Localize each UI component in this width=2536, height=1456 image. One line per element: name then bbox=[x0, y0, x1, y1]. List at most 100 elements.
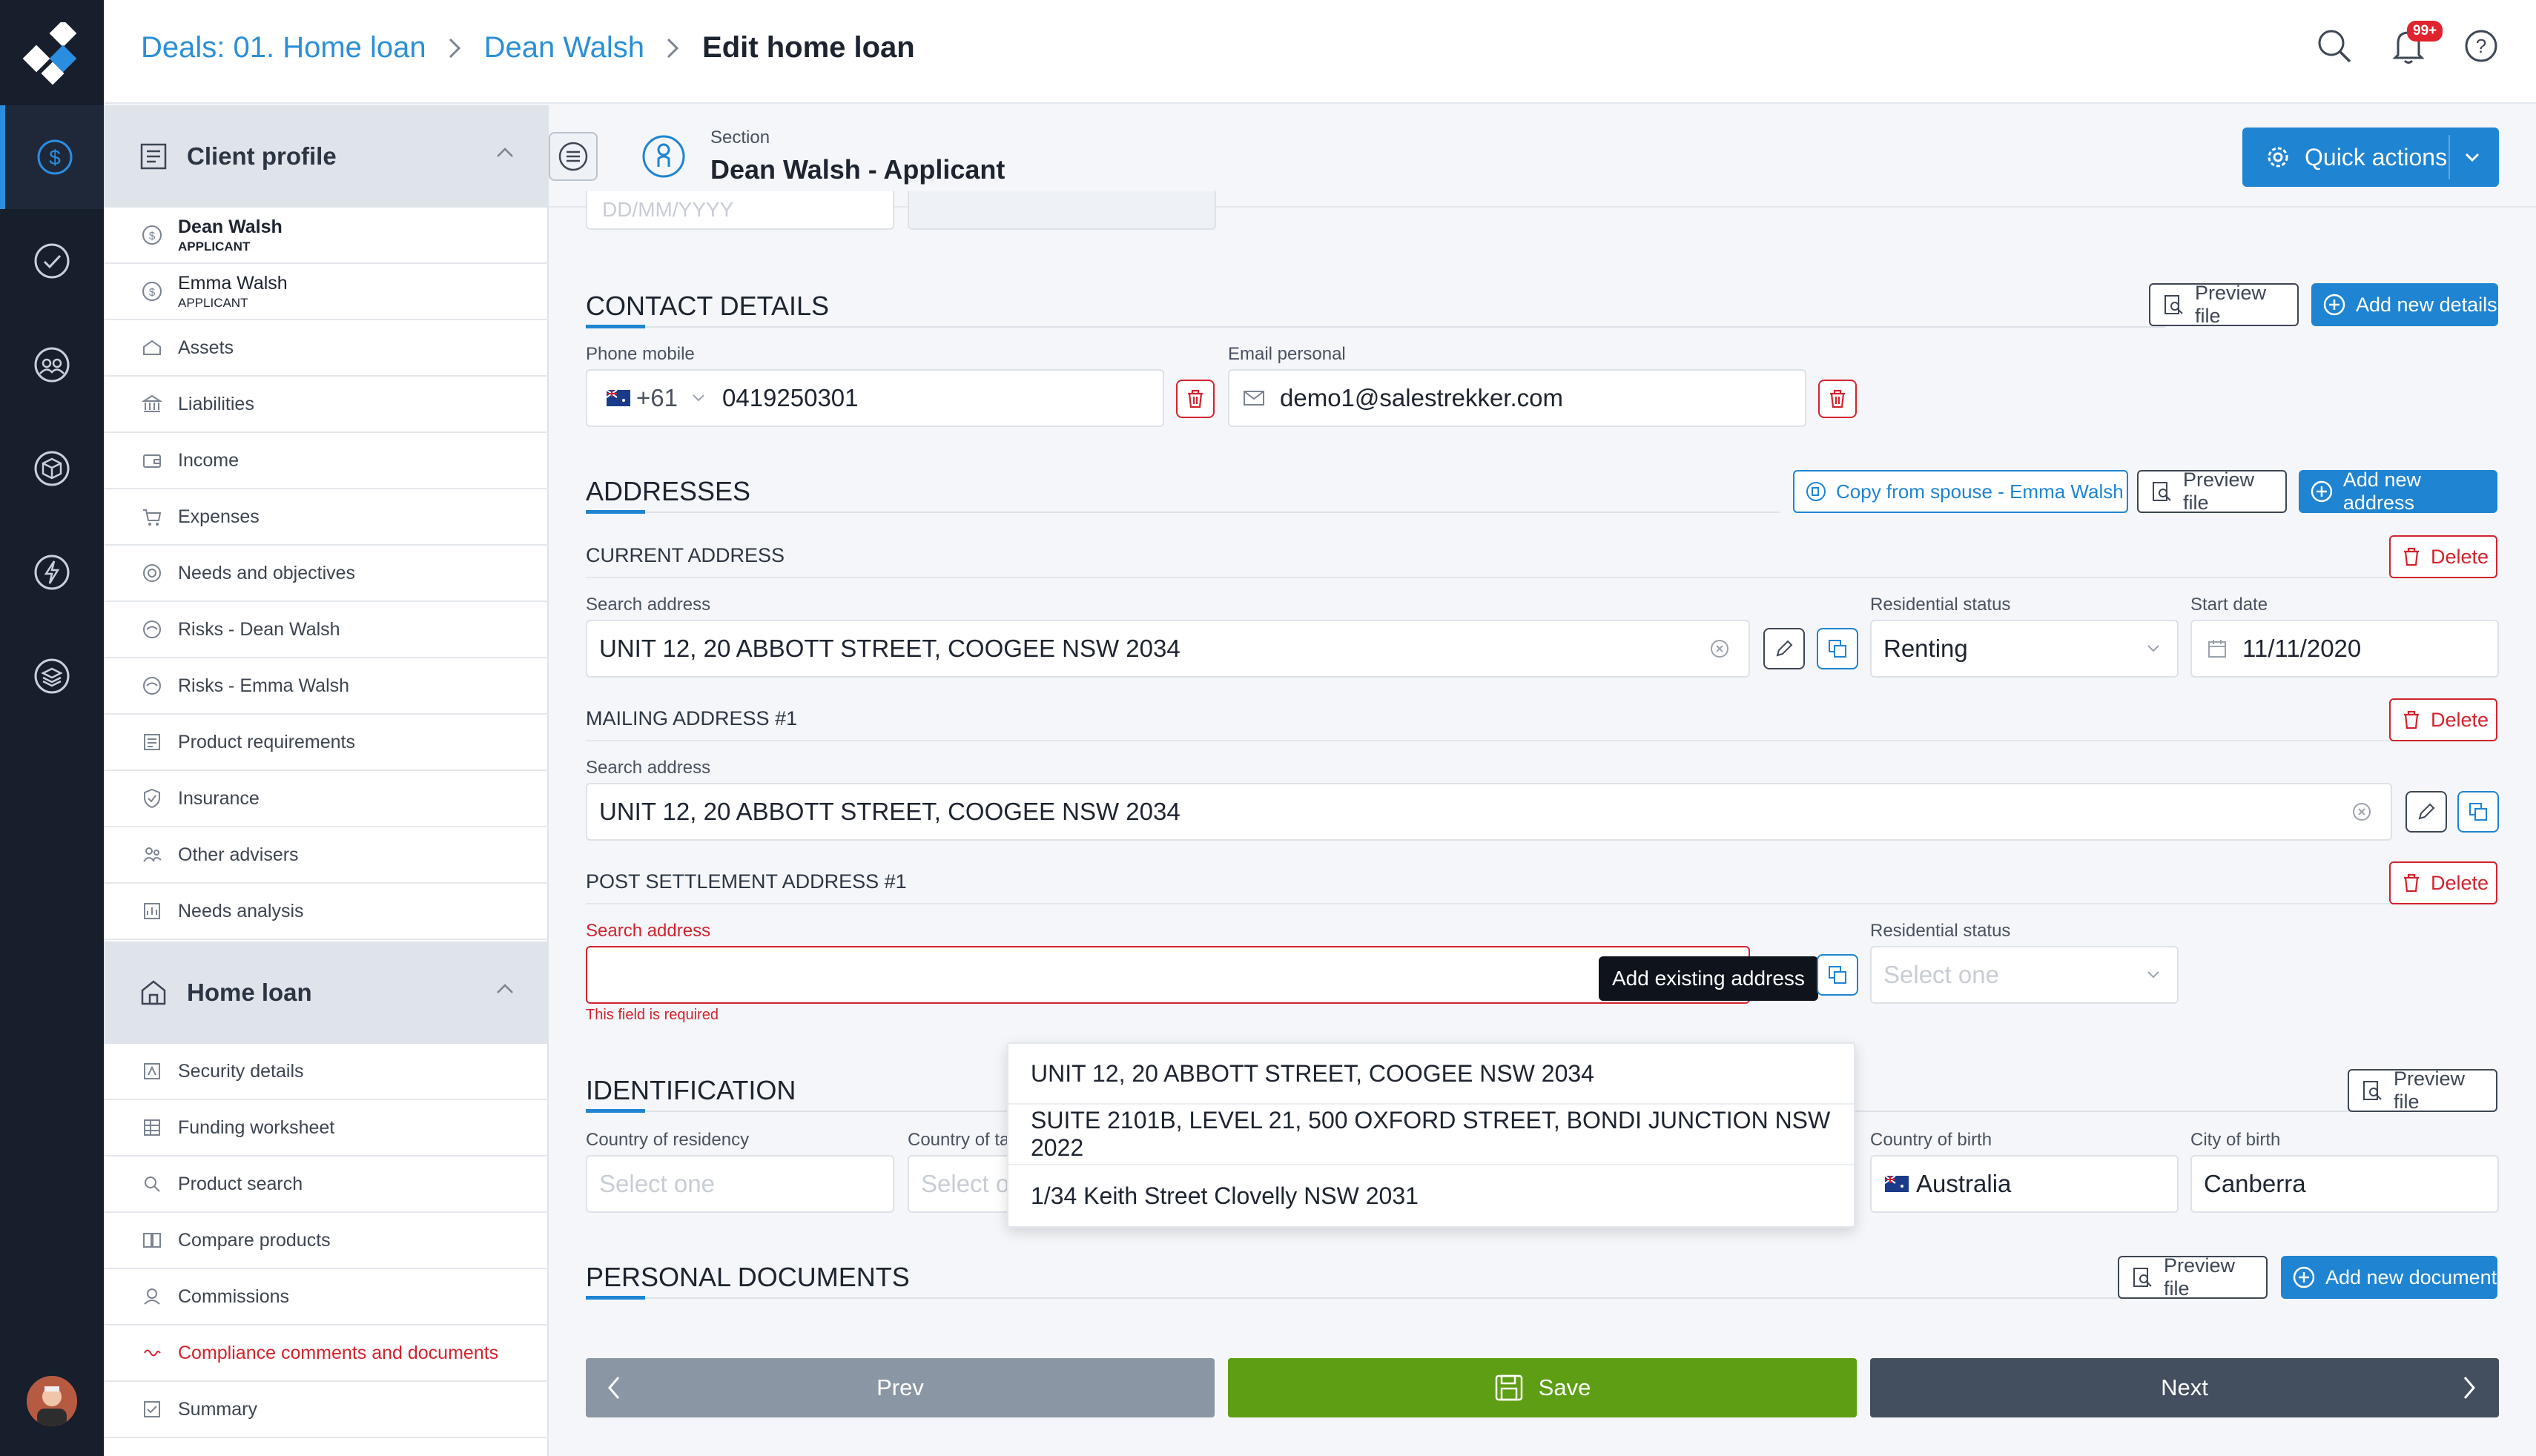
field-required-error: This field is required bbox=[586, 1007, 719, 1023]
chevron-right-icon bbox=[449, 38, 460, 58]
clear-circle-icon[interactable] bbox=[1708, 638, 1731, 660]
sidebar-item-expenses[interactable]: Expenses bbox=[104, 489, 549, 546]
post-residential-status-select[interactable]: Select one bbox=[1870, 946, 2179, 1004]
breadcrumb-client-link[interactable]: Dean Walsh bbox=[484, 31, 644, 64]
chevron-left-icon bbox=[608, 1377, 620, 1399]
sidebar-item-commissions[interactable]: Commissions bbox=[104, 1269, 549, 1326]
sidebar-item-funding-worksheet[interactable]: Funding worksheet bbox=[104, 1100, 549, 1156]
identification-preview-file-button[interactable]: Preview file bbox=[2348, 1068, 2497, 1113]
city-of-birth-field[interactable]: Canberra bbox=[2190, 1155, 2499, 1213]
address-suggestion-option[interactable]: SUITE 2101B, LEVEL 21, 500 OXFORD STREET… bbox=[1008, 1105, 1854, 1165]
pencil-icon bbox=[1776, 640, 1793, 657]
sidebar-item-compare-products[interactable]: Compare products bbox=[104, 1213, 549, 1269]
copy-from-spouse-button[interactable]: Copy from spouse - Emma Walsh bbox=[1793, 470, 2128, 513]
sidebar-item-other-advisers[interactable]: Other advisers bbox=[104, 827, 549, 884]
quick-actions-button[interactable]: Quick actions bbox=[2242, 128, 2499, 187]
address-suggestion-option[interactable]: UNIT 12, 20 ABBOTT STREET, COOGEE NSW 20… bbox=[1008, 1044, 1854, 1105]
sidebar-item-liabilities[interactable]: Liabilities bbox=[104, 377, 549, 433]
sidebar-item-income[interactable]: Income bbox=[104, 433, 549, 489]
sidebar-item-label: Risks - Emma Walsh bbox=[178, 675, 350, 696]
nav-contacts-icon[interactable] bbox=[0, 313, 104, 417]
city-of-birth-value: Canberra bbox=[2204, 1170, 2306, 1197]
add-existing-address-button[interactable] bbox=[1817, 954, 1858, 996]
user-avatar[interactable] bbox=[27, 1376, 77, 1426]
delete-post-settlement-button[interactable]: Delete bbox=[2389, 861, 2497, 904]
compliance-icon bbox=[144, 1349, 161, 1357]
sidebar-item-compliance[interactable]: Compliance comments and documents bbox=[104, 1326, 549, 1382]
sidebar-item-needs-analysis[interactable]: Needs analysis bbox=[104, 884, 549, 940]
address-suggestions-dropdown: UNIT 12, 20 ABBOTT STREET, COOGEE NSW 20… bbox=[1007, 1042, 1855, 1228]
sidebar-item-security-details[interactable]: Security details bbox=[104, 1044, 549, 1100]
sidebar-item-label: Income bbox=[178, 449, 239, 471]
sidebar-item-insurance[interactable]: Insurance bbox=[104, 771, 549, 827]
add-new-address-button[interactable]: Add new address bbox=[2299, 469, 2497, 514]
delete-email-button[interactable] bbox=[1818, 380, 1857, 418]
copy-mailing-address-button[interactable] bbox=[2457, 791, 2499, 833]
country-of-birth-label: Country of birth bbox=[1870, 1130, 1992, 1150]
delete-mailing-address-button[interactable]: Delete bbox=[2389, 698, 2497, 741]
clear-circle-icon[interactable] bbox=[2351, 801, 2373, 823]
sidebar-item-label: Product search bbox=[178, 1173, 303, 1194]
sidebar-item-needs-and-objectives[interactable]: Needs and objectives bbox=[104, 546, 549, 602]
sidebar-item-emma-walsh[interactable]: $ Emma Walsh APPLICANT bbox=[104, 264, 549, 320]
copy-current-address-button[interactable] bbox=[1817, 628, 1858, 669]
nav-deals-icon[interactable]: $ bbox=[0, 105, 104, 209]
nav-tasks-icon[interactable] bbox=[0, 209, 104, 313]
next-button[interactable]: Next bbox=[1870, 1358, 2499, 1417]
sidebar-item-risks-dean[interactable]: Risks - Dean Walsh bbox=[104, 602, 549, 658]
mailing-address-search-field[interactable]: UNIT 12, 20 ABBOTT STREET, COOGEE NSW 20… bbox=[586, 783, 2392, 841]
save-button[interactable]: Save bbox=[1228, 1358, 1857, 1417]
chevron-up-icon bbox=[497, 148, 513, 157]
help-icon[interactable]: ? bbox=[2463, 28, 2499, 64]
sidebar-item-label: Expenses bbox=[178, 506, 260, 527]
delete-phone-button[interactable] bbox=[1176, 380, 1215, 418]
edit-current-address-button[interactable] bbox=[1763, 628, 1805, 669]
current-address-search-field[interactable]: UNIT 12, 20 ABBOTT STREET, COOGEE NSW 20… bbox=[586, 620, 1750, 678]
edit-mailing-address-button[interactable] bbox=[2405, 791, 2447, 833]
phone-mobile-field[interactable]: +61 0419250301 bbox=[586, 369, 1164, 427]
nav-products-icon[interactable] bbox=[0, 417, 104, 520]
search-icon[interactable] bbox=[2315, 27, 2354, 65]
nav-automation-icon[interactable] bbox=[0, 520, 104, 624]
worksheet-icon bbox=[144, 1119, 160, 1136]
sidebar-item-product-requirements[interactable]: Product requirements bbox=[104, 715, 549, 771]
country-of-tax-select[interactable]: Select o bbox=[908, 1155, 1011, 1213]
sidebar-item-dean-walsh[interactable]: $ Dean Walsh APPLICANT bbox=[104, 208, 549, 264]
addresses-preview-file-button[interactable]: Preview file bbox=[2137, 469, 2287, 514]
search-doc-icon bbox=[145, 1177, 160, 1192]
sidebar-item-label: Insurance bbox=[178, 787, 260, 809]
contact-preview-file-button[interactable]: Preview file bbox=[2149, 282, 2299, 327]
home-loan-group-header[interactable]: Home loan bbox=[104, 942, 549, 1044]
client-profile-group-header[interactable]: Client profile bbox=[104, 105, 549, 208]
trash-icon bbox=[1830, 389, 1845, 408]
copy-circle-icon bbox=[1806, 482, 1826, 501]
sidebar-item-summary[interactable]: Summary bbox=[104, 1382, 549, 1438]
section-sidebar: Client profile $ Dean Walsh APPLICANT $ E… bbox=[104, 105, 549, 1456]
sidebar-toggle-button[interactable] bbox=[549, 132, 598, 181]
add-new-document-button[interactable]: Add new document bbox=[2281, 1256, 2497, 1299]
sidebar-item-label: Risks - Dean Walsh bbox=[178, 618, 340, 640]
date-of-birth-field[interactable]: DD/MM/YYYY bbox=[586, 191, 894, 230]
app-logo[interactable] bbox=[19, 22, 85, 87]
country-of-birth-select[interactable]: Australia bbox=[1870, 1155, 2179, 1213]
residential-status-select[interactable]: Renting bbox=[1870, 620, 2179, 678]
sidebar-item-assets[interactable]: Assets bbox=[104, 320, 549, 377]
delete-current-address-button[interactable]: Delete bbox=[2389, 535, 2497, 578]
post-settlement-search-field[interactable] bbox=[586, 946, 1750, 1004]
nav-layers-icon[interactable] bbox=[0, 624, 104, 728]
country-of-residency-select[interactable]: Select one bbox=[586, 1155, 894, 1213]
phone-country-code[interactable]: +61 bbox=[636, 384, 678, 412]
partial-field[interactable] bbox=[908, 191, 1216, 230]
sidebar-item-risks-emma[interactable]: Risks - Emma Walsh bbox=[104, 658, 549, 715]
breadcrumb-deal-link[interactable]: Deals: 01. Home loan bbox=[141, 31, 426, 64]
add-new-details-button[interactable]: Add new details bbox=[2311, 283, 2498, 326]
mailing-address-title: MAILING ADDRESS #1 bbox=[586, 707, 798, 729]
start-date-field[interactable]: 11/11/2020 bbox=[2190, 620, 2499, 678]
prev-button[interactable]: Prev bbox=[586, 1358, 1215, 1417]
documents-preview-file-button[interactable]: Preview file bbox=[2118, 1254, 2268, 1300]
sidebar-item-product-search[interactable]: Product search bbox=[104, 1156, 549, 1213]
notifications-bell-icon[interactable]: 99+ bbox=[2391, 21, 2443, 65]
email-personal-field[interactable]: demo1@salestrekker.com bbox=[1228, 369, 1806, 427]
address-suggestion-option[interactable]: 1/34 Keith Street Clovelly NSW 2031 bbox=[1008, 1165, 1854, 1226]
section-title: Dean Walsh - Applicant bbox=[710, 154, 1006, 185]
